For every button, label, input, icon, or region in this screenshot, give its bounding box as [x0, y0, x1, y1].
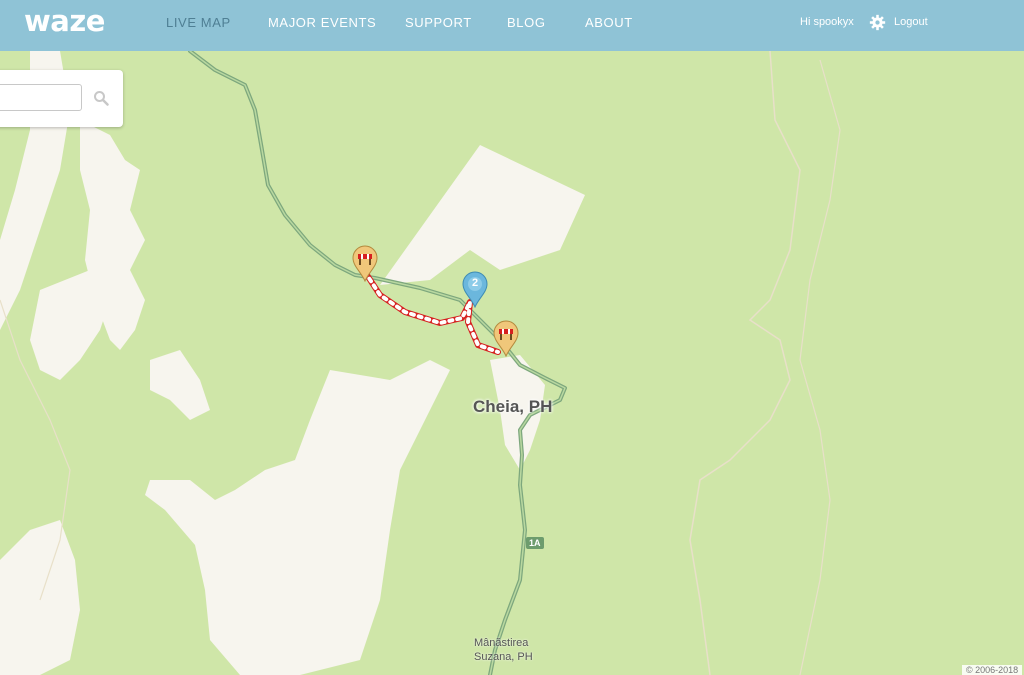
place-label-cheia: Cheia, PH — [473, 397, 553, 416]
place-label-line1: Mânăstirea — [474, 637, 529, 649]
event-cluster-icon[interactable] — [461, 270, 489, 308]
search-icon[interactable] — [93, 90, 109, 106]
user-greeting: Hi spookyx — [800, 16, 854, 28]
copyright-notice: © 2006-2018 — [962, 665, 1023, 675]
nav-support[interactable]: SUPPORT — [405, 15, 472, 30]
nav-live-map[interactable]: LIVE MAP — [166, 15, 231, 30]
search-panel — [0, 70, 123, 127]
road-shield-1a: 1A — [526, 537, 544, 549]
map-canvas — [0, 51, 1024, 675]
logout-link[interactable]: Logout — [894, 16, 928, 28]
road-closure-icon[interactable] — [351, 244, 379, 282]
live-map[interactable]: 2 — [0, 51, 1024, 675]
search-input[interactable] — [0, 84, 82, 111]
nav-about[interactable]: ABOUT — [585, 15, 633, 30]
nav-blog[interactable]: BLOG — [507, 15, 546, 30]
gear-icon[interactable] — [869, 14, 886, 31]
place-label-line2: Suzana, PH — [474, 651, 533, 663]
road-closure-icon[interactable] — [492, 319, 520, 357]
cluster-count: 2 — [471, 277, 479, 289]
top-navigation-bar: waze LIVE MAP MAJOR EVENTS SUPPORT BLOG … — [0, 0, 1024, 51]
nav-major-events[interactable]: MAJOR EVENTS — [268, 15, 376, 30]
waze-logo[interactable]: waze — [24, 4, 105, 38]
place-label-manastirea-suzana: Mânăstirea Suzana, PH — [474, 636, 533, 664]
